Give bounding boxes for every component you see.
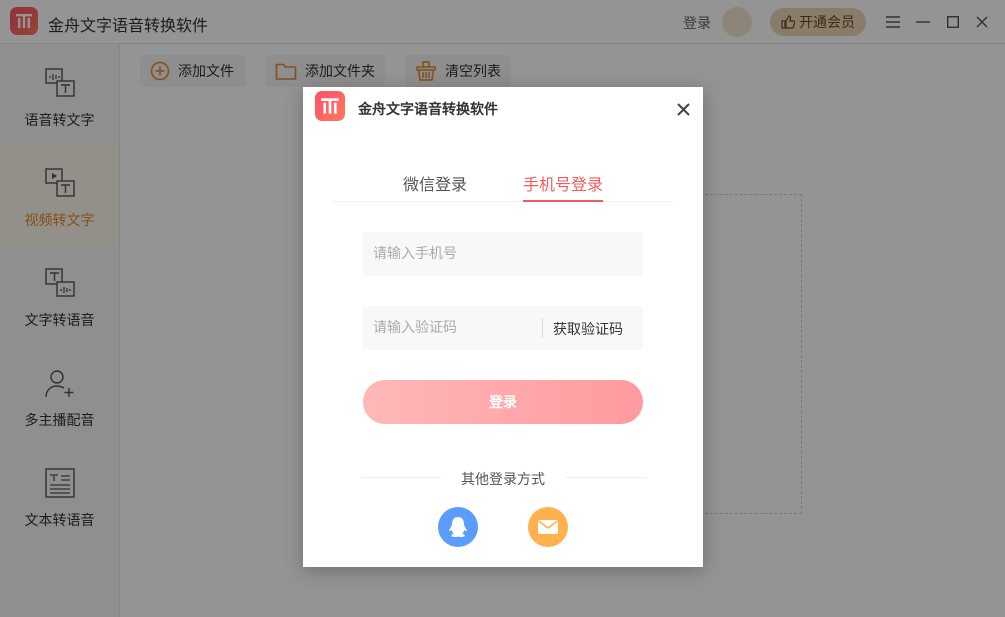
divider: [542, 318, 543, 338]
tab-wechat-login[interactable]: 微信登录: [403, 171, 467, 202]
close-icon[interactable]: [673, 99, 693, 119]
dialog-logo: [315, 91, 345, 121]
phone-input[interactable]: [363, 232, 643, 276]
other-login-label: 其他登录方式: [461, 472, 545, 488]
mail-icon: [538, 520, 558, 534]
tab-phone-login[interactable]: 手机号登录: [523, 171, 604, 202]
dialog-title: 金舟文字语音转换软件: [358, 102, 498, 118]
login-dialog: 金舟文字语音转换软件 微信登录 手机号登录 获取验证码 登录 其他登录方式: [303, 87, 703, 567]
phone-field: [363, 232, 643, 276]
login-button[interactable]: 登录: [363, 380, 643, 424]
divider: [361, 477, 441, 478]
code-field: 获取验证码: [363, 306, 643, 350]
email-login-button[interactable]: [528, 507, 568, 547]
divider: [565, 477, 645, 478]
qq-login-button[interactable]: [438, 507, 478, 547]
qq-icon: [449, 517, 467, 537]
get-code-button[interactable]: 获取验证码: [553, 319, 623, 339]
code-input[interactable]: [363, 306, 541, 350]
login-tabs: 微信登录 手机号登录: [333, 167, 673, 202]
